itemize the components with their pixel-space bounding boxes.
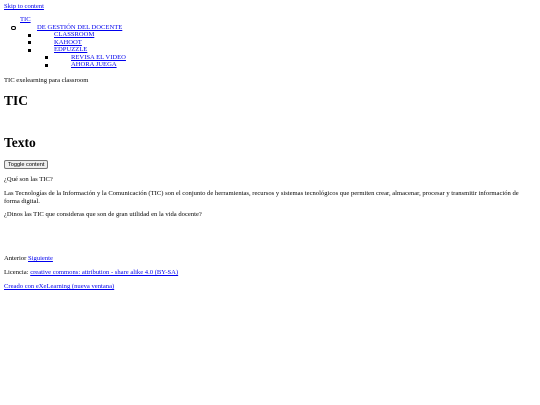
nav-link-gestion-docente[interactable]: DE GESTIÓN DEL DOCENTE [37,24,122,31]
content-question: ¿Qué son las TIC? [4,176,53,183]
license-line: Licencia: creative commons: attribution … [4,269,178,277]
nav-item-classroom: CLASSROOM [28,31,126,39]
pagination: Anterior Siguiente [4,255,53,263]
nav-item-tic: TIC DE GESTIÓN DEL DOCENTE CLASSROOM KAH… [4,16,126,69]
content-prompt: ¿Dinos las TIC que consideras que son de… [4,211,202,218]
nav-link-classroom[interactable]: CLASSROOM [54,31,94,38]
nav-link-ahora-juega[interactable]: AHORA JUEGA [71,61,117,68]
nav-item-kahoot: KAHOOT [28,39,126,47]
nav-link-kahoot[interactable]: KAHOOT [54,39,82,46]
section-title: Texto [4,135,36,150]
site-navigation: TIC DE GESTIÓN DEL DOCENTE CLASSROOM KAH… [4,16,126,69]
nav-link-tic[interactable]: TIC [20,16,31,23]
pagination-previous: Anterior [4,255,27,262]
content-paragraph: Las Tecnologías de la Información y la C… [4,190,519,205]
nav-item-gestion: DE GESTIÓN DEL DOCENTE CLASSROOM KAHOOT … [11,24,126,69]
nav-item-ahora-juega: AHORA JUEGA [45,61,126,69]
page-title: TIC [4,93,29,108]
nav-item-revisa-video: REVISA EL VIDEO [45,54,126,62]
license-link[interactable]: creative commons: attribution - share al… [30,269,178,276]
site-tagline: TIC exelearning para classroom [4,77,89,84]
license-label: Licencia: [4,269,29,276]
nav-item-edpuzzle: EDPUZZLE REVISA EL VIDEO AHORA JUEGA [28,46,126,69]
nav-link-revisa-video[interactable]: REVISA EL VIDEO [71,54,126,61]
nav-link-edpuzzle[interactable]: EDPUZZLE [54,46,87,53]
pagination-next-link[interactable]: Siguiente [28,255,53,262]
toggle-content-button[interactable]: Toggle content [4,160,49,169]
exelearning-credit-link[interactable]: Creado con eXeLearning (nueva ventana) [4,283,114,291]
skip-to-content-link[interactable]: Skip to content [4,3,44,11]
